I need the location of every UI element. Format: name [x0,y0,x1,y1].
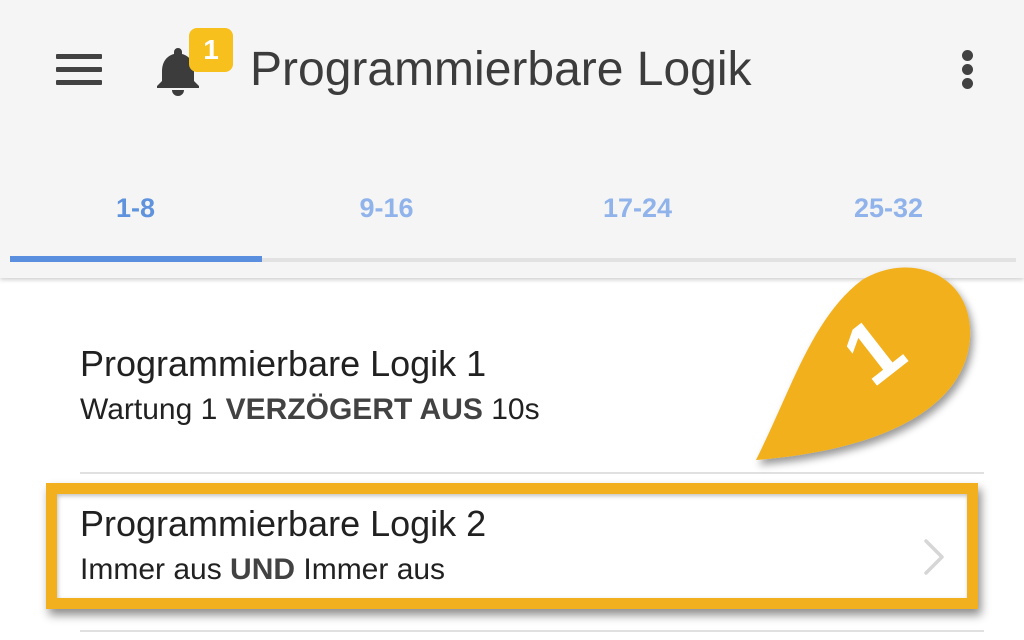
notification-badge: 1 [189,28,233,72]
tab-bar: 1-8 9-16 17-24 25-32 [10,170,1016,262]
subtitle-text: Wartung 1 [80,393,226,426]
subtitle-text: 10s [482,393,540,426]
subtitle-operator: VERZÖGERT AUS [225,393,483,426]
tab-25-32[interactable]: 25-32 [763,170,1014,254]
page-title: Programmierbare Logik [250,43,752,96]
tab-9-16[interactable]: 9-16 [261,170,512,254]
tab-1-8[interactable]: 1-8 [10,170,261,254]
callout-marker: 1 [752,258,982,476]
tab-active-indicator [10,256,262,262]
menu-icon[interactable] [52,48,106,92]
app-bar: 1 Programmierbare Logik 1-8 9-16 17-24 2… [0,0,1024,278]
list-divider [80,630,984,632]
highlight-frame [46,483,978,609]
tab-17-24[interactable]: 17-24 [512,170,763,254]
more-vert-icon[interactable] [950,46,986,94]
